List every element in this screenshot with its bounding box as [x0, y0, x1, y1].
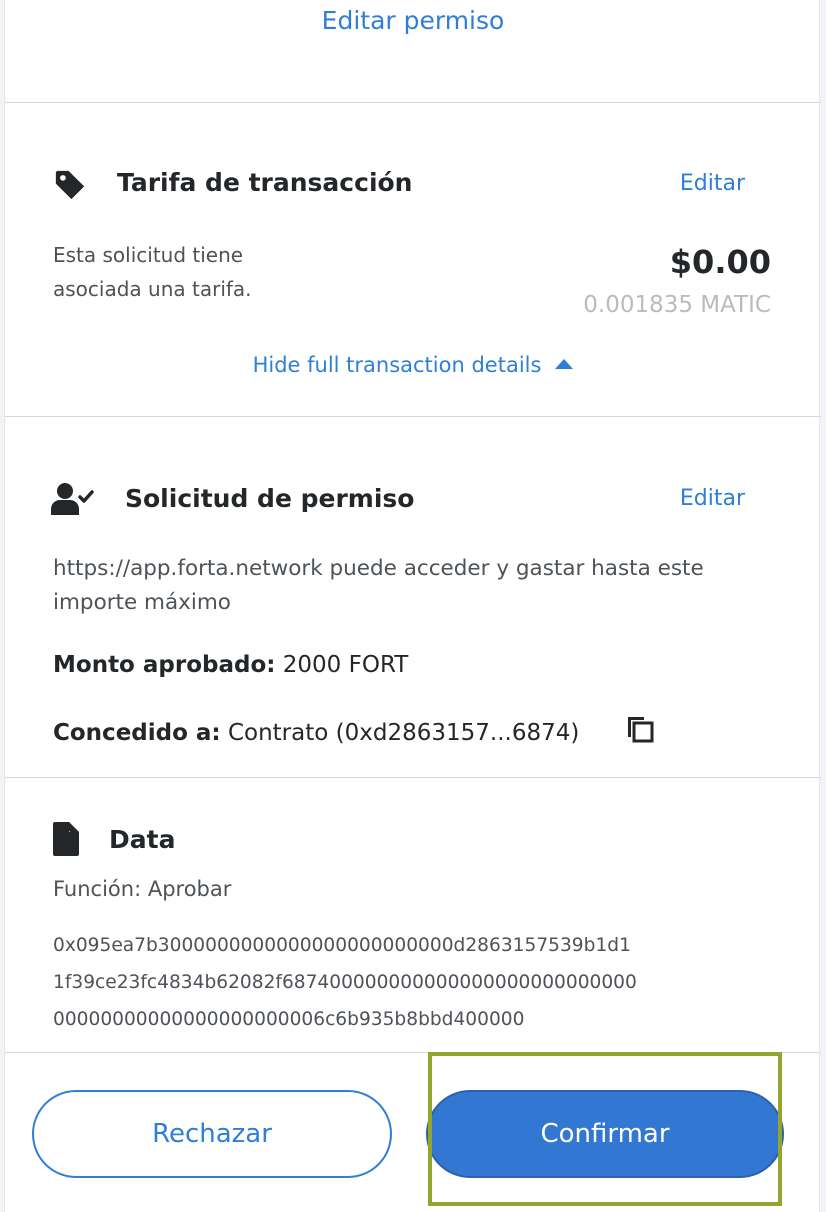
fee-description-line: Esta solicitud tiene [53, 243, 244, 267]
permission-description-line: importe máximo [53, 590, 231, 615]
hex-data: 0x095ea7b3000000000000000000000000d28631… [53, 927, 753, 1038]
hex-data-line: 00000000000000000000006c6b935b8bbd400000 [53, 1009, 525, 1030]
fee-description-line: asociada una tarifa. [53, 277, 252, 301]
fee-description: Esta solicitud tiene asociada una tarifa… [53, 238, 252, 306]
transaction-panel: Editar permiso Tarifa de transacción Edi… [4, 0, 821, 1212]
permission-description-line: https://app.forta.network puede acceder … [53, 556, 704, 581]
data-section-title: Data [109, 825, 176, 854]
granted-to-value: Contrato (0xd2863157...6874) [227, 720, 580, 746]
hex-data-line: 1f39ce23fc4834b62082f6874000000000000000… [53, 972, 637, 993]
reject-button[interactable]: Rechazar [32, 1090, 392, 1178]
permission-edit-link[interactable]: Editar [680, 486, 745, 511]
divider [5, 416, 821, 417]
fee-edit-link[interactable]: Editar [680, 171, 745, 196]
hide-details-toggle[interactable]: Hide full transaction details [5, 353, 821, 377]
approved-amount-value: 2000 FORT [282, 652, 409, 678]
fee-native-amount: 0.001835 MATIC [583, 292, 771, 318]
granted-to-label: Concedido a: [53, 720, 221, 746]
granted-to-row: Concedido a: Contrato (0xd2863157...6874… [53, 720, 579, 746]
hide-details-label: Hide full transaction details [252, 353, 542, 377]
function-label: Función: Aprobar [53, 877, 232, 901]
edit-permission-link[interactable]: Editar permiso [5, 6, 821, 35]
fee-usd-amount: $0.00 [669, 243, 771, 281]
caret-up-icon [555, 359, 574, 369]
copy-icon[interactable] [625, 714, 655, 744]
divider [5, 1052, 821, 1053]
divider [5, 777, 821, 778]
approved-amount-row: Monto aprobado: 2000 FORT [53, 652, 408, 678]
divider [5, 102, 821, 103]
fee-section-title: Tarifa de transacción [117, 168, 413, 197]
document-icon [53, 822, 79, 856]
hex-data-line: 0x095ea7b3000000000000000000000000d28631… [53, 935, 631, 956]
confirm-button[interactable]: Confirmar [426, 1090, 784, 1178]
approved-amount-label: Monto aprobado: [53, 652, 276, 678]
user-check-icon [51, 482, 95, 516]
permission-section-title: Solicitud de permiso [125, 484, 415, 513]
permission-description: https://app.forta.network puede acceder … [53, 552, 704, 620]
tag-icon [53, 168, 87, 202]
